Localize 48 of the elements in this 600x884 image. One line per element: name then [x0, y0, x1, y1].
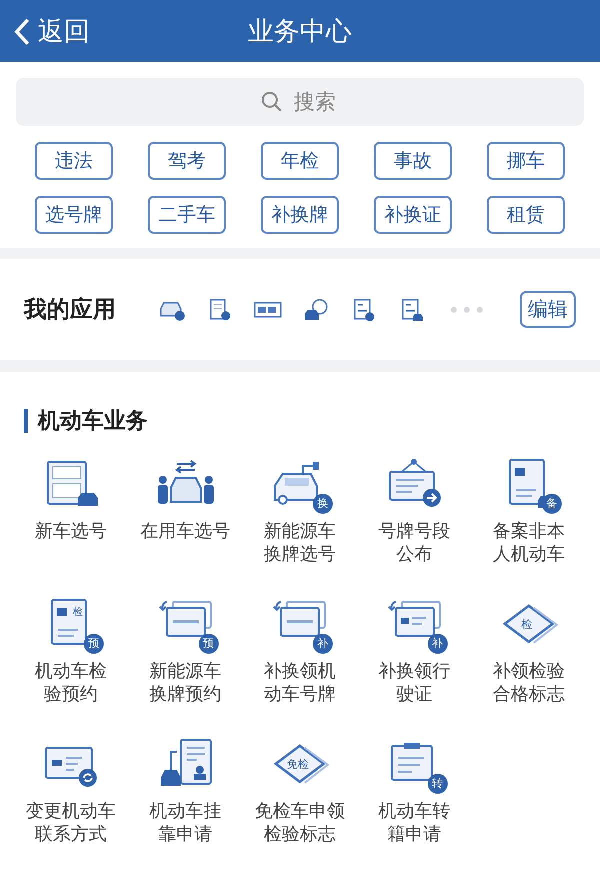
page-title: 业务中心: [248, 16, 352, 48]
edit-button[interactable]: 编辑: [520, 291, 576, 328]
search-field[interactable]: 搜索: [16, 78, 584, 126]
service-label: 免检车申领检验标志: [255, 800, 345, 846]
service-label: 机动车挂靠申请: [150, 800, 222, 846]
search-icon: [261, 91, 283, 113]
service-label: 补换领机动车号牌: [264, 660, 336, 706]
service-label: 补领检验合格标志: [493, 660, 565, 706]
service-item[interactable]: 新车选号: [15, 458, 127, 590]
service-item[interactable]: 补 补换领行驶证: [358, 598, 470, 730]
back-icon: [14, 18, 30, 46]
back-button[interactable]: 返回: [10, 10, 94, 53]
service-item[interactable]: 变更机动车联系方式: [15, 738, 127, 870]
service-item[interactable]: 在用车选号: [130, 458, 242, 590]
service-item[interactable]: 免检 免检车申领检验标志: [244, 738, 356, 870]
service-label: 变更机动车联系方式: [26, 800, 116, 846]
car-icon[interactable]: [302, 298, 330, 322]
service-item[interactable]: 号牌号段公布: [358, 458, 470, 590]
section-title: 机动车业务: [38, 408, 148, 436]
section-marker: [24, 409, 28, 433]
category-tag[interactable]: 挪车: [487, 142, 565, 180]
service-item[interactable]: 机动车挂靠申请: [130, 738, 242, 870]
service-label: 新能源车换牌预约: [150, 660, 222, 706]
service-item[interactable]: 转 机动车转籍申请: [358, 738, 470, 870]
service-item[interactable]: 检 预 机动车检验预约: [15, 598, 127, 730]
category-tag[interactable]: 违法: [35, 142, 113, 180]
section-title: 我的应用: [24, 296, 117, 325]
service-item[interactable]: 检 补领检验合格标志: [473, 598, 585, 730]
service-item[interactable]: 预 新能源车换牌预约: [130, 598, 242, 730]
service-item[interactable]: 补 补换领机动车号牌: [244, 598, 356, 730]
category-tag[interactable]: 驾考: [148, 142, 226, 180]
category-tag[interactable]: 补换牌: [261, 196, 339, 234]
category-tag[interactable]: 二手车: [148, 196, 226, 234]
category-tag[interactable]: 选号牌: [35, 196, 113, 234]
service-label: 备案非本人机动车: [493, 520, 565, 566]
service-label: 在用车选号: [140, 520, 230, 543]
service-label: 号牌号段公布: [378, 520, 450, 566]
service-label: 新车选号: [35, 520, 107, 543]
service-label: 机动车检验预约: [35, 660, 107, 706]
service-item[interactable]: 换 新能源车换牌选号: [244, 458, 356, 590]
service-label: 机动车转籍申请: [378, 800, 450, 846]
category-tag[interactable]: 事故: [374, 142, 452, 180]
service-item[interactable]: 备 备案非本人机动车: [473, 458, 585, 590]
service-label: 新能源车换牌选号: [264, 520, 336, 566]
category-tag[interactable]: 租赁: [487, 196, 565, 234]
service-label: 补换领行驶证: [378, 660, 450, 706]
category-tag[interactable]: 补换证: [374, 196, 452, 234]
category-tag[interactable]: 年检: [261, 142, 339, 180]
